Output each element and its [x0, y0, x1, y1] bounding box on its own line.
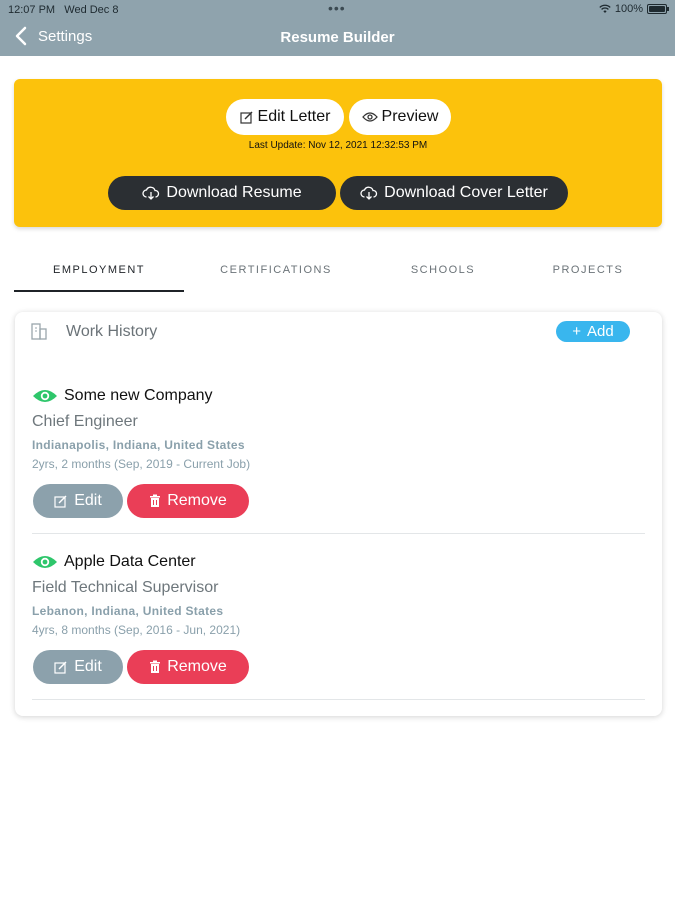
job-duration: 2yrs, 2 months (Sep, 2019 - Current Job)	[32, 457, 251, 471]
divider	[32, 699, 645, 700]
edit-icon	[54, 661, 67, 674]
tab-employment[interactable]: EMPLOYMENT	[14, 250, 184, 292]
status-time: 12:07 PM Wed Dec 8	[8, 4, 119, 16]
job-duration: 4yrs, 8 months (Sep, 2016 - Jun, 2021)	[32, 623, 241, 637]
company-name: Apple Data Center	[64, 553, 196, 570]
trash-icon	[150, 494, 161, 507]
company-name: Some new Company	[64, 387, 213, 404]
job-location: Indianapolis, Indiana, United States	[32, 438, 245, 452]
tab-schools[interactable]: SCHOOLS	[384, 250, 502, 290]
job-position: Field Technical Supervisor	[32, 579, 219, 596]
tab-certifications[interactable]: CERTIFICATIONS	[196, 250, 356, 290]
plus-icon: +	[572, 323, 582, 340]
cloud-download-icon	[360, 186, 378, 200]
status-bar: 12:07 PM Wed Dec 8 ••• 100%	[0, 0, 675, 20]
job-location: Lebanon, Indiana, United States	[32, 604, 224, 618]
card-title: Work History	[66, 323, 158, 340]
download-resume-button[interactable]: Download Resume	[108, 176, 336, 210]
eye-outline-icon	[361, 112, 378, 122]
job-position: Chief Engineer	[32, 413, 138, 430]
eye-icon[interactable]	[32, 388, 58, 404]
cloud-download-icon	[142, 186, 160, 200]
remove-button[interactable]: Remove	[127, 650, 249, 684]
battery-percent: 100%	[614, 3, 643, 15]
building-icon	[31, 323, 47, 340]
wifi-icon	[599, 4, 611, 13]
edit-icon	[239, 111, 253, 124]
divider	[32, 533, 645, 534]
edit-button[interactable]: Edit	[33, 650, 123, 684]
last-update-text: Last Update: Nov 12, 2021 12:32:53 PM	[248, 140, 428, 151]
battery-icon	[647, 4, 669, 14]
add-button[interactable]: + Add	[556, 321, 630, 342]
multitasking-dots-icon[interactable]: •••	[328, 0, 346, 16]
tab-projects[interactable]: PROJECTS	[534, 250, 642, 290]
status-right: 100%	[599, 3, 669, 15]
edit-letter-button[interactable]: Edit Letter	[226, 99, 344, 135]
trash-icon	[150, 660, 161, 673]
preview-button[interactable]: Preview	[349, 99, 451, 135]
work-history-card: Work History + Add Some new Company Chie…	[15, 312, 662, 716]
eye-icon[interactable]	[32, 554, 58, 570]
download-cover-letter-button[interactable]: Download Cover Letter	[340, 176, 568, 210]
remove-button[interactable]: Remove	[127, 484, 249, 518]
section-tabs: EMPLOYMENT CERTIFICATIONS SCHOOLS PROJEC…	[14, 250, 662, 292]
edit-button[interactable]: Edit	[33, 484, 123, 518]
page-title: Resume Builder	[280, 29, 395, 46]
card-header: Work History + Add	[15, 312, 662, 352]
nav-bar: Settings Resume Builder	[0, 20, 675, 56]
job-header: Some new Company	[32, 387, 213, 405]
edit-icon	[54, 495, 67, 508]
resume-actions-banner: Edit Letter Preview Last Update: Nov 12,…	[14, 79, 662, 227]
job-header: Apple Data Center	[32, 553, 196, 571]
